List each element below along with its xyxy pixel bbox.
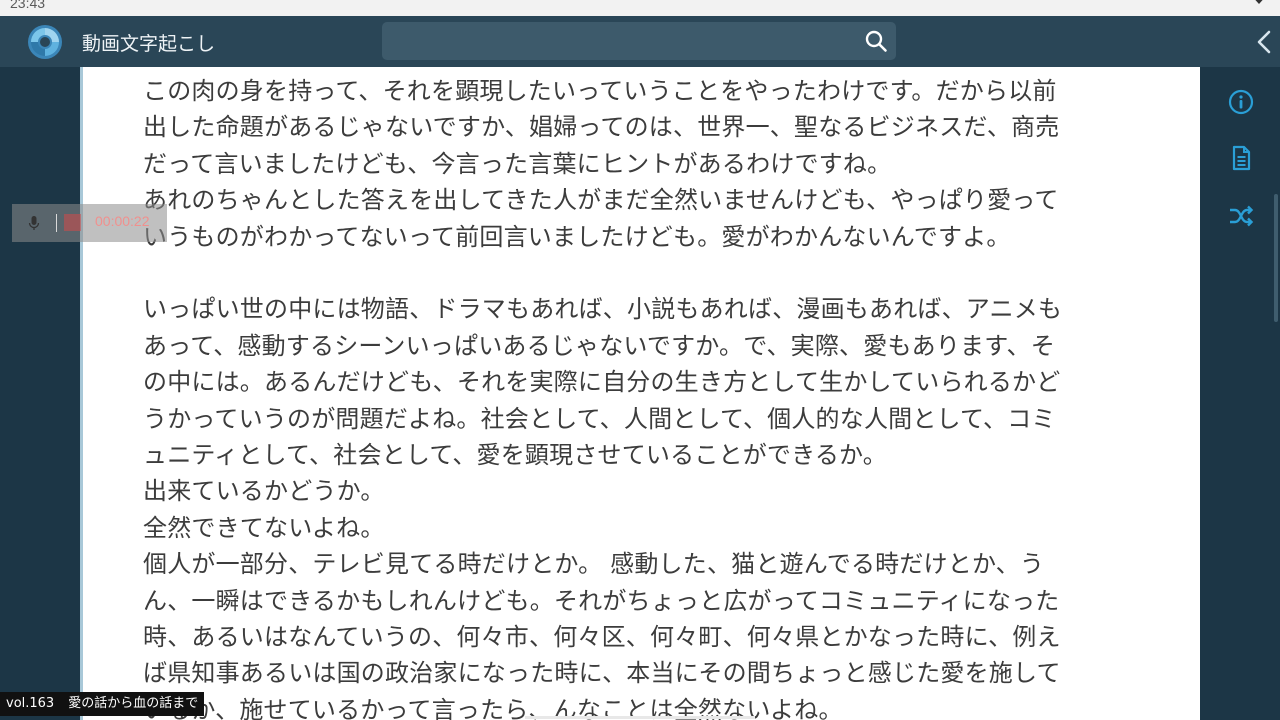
progress-track[interactable] [525, 716, 755, 719]
transcript-line: 出した命題があるじゃないですか、娼婦ってのは、世界一、聖なるビジネスだ、商売 [143, 113, 1060, 142]
video-caption: vol.163 愛の話から血の話まで [0, 692, 205, 716]
transcript-line: 全然できてないよね。 [143, 513, 385, 542]
transcript-line: 時、あるいはなんていうの、何々市、何々区、何々町、何々県とかなった時に、例え [143, 623, 1061, 652]
shuffle-icon[interactable] [1227, 202, 1255, 230]
app-bar: 動画文字起こし [0, 16, 1280, 67]
app-title: 動画文字起こし [82, 33, 216, 55]
transcript-line: あって、感動するシーンいっぱいあるじゃないですか。で、実際、愛もあります、そ [143, 331, 1055, 360]
app-logo-icon[interactable] [26, 23, 64, 61]
recording-timer: 00:00:22 [95, 213, 150, 229]
scrollbar-thumb[interactable] [1274, 194, 1278, 322]
search-input[interactable] [382, 22, 896, 60]
transcript-line: いっぱい世の中には物語、ドラマもあれば、小説もあれば、漫画もあれば、アニメも [143, 295, 1063, 324]
recording-widget[interactable]: 00:00:22 [12, 204, 167, 242]
transcript-line: あれのちゃんとした答えを出してきた人がまだ全然いませんけども、やっぱり愛って [143, 186, 1059, 215]
mic-icon[interactable] [28, 215, 40, 231]
transcript-line: うかっていうのが問題だよね。社会として、人間として、個人的な人間として、コミ [143, 404, 1056, 433]
search-icon[interactable] [864, 29, 888, 53]
left-panel [0, 67, 80, 720]
transcript-line: だって言いましたけども、今言った言葉にヒントがあるわけですね。 [143, 149, 892, 178]
transcript-panel: この肉の身を持って、それを顕現したいっていうことをやったわけです。だから以前 出… [83, 67, 1200, 720]
stop-icon[interactable] [64, 214, 81, 231]
transcript-line: ば県知事あるいは国の政治家になった時に、本当にその間ちょっと感じた愛を施して [143, 659, 1061, 688]
transcript-line: 出来ているかどうか。 [143, 477, 385, 506]
caption-volume: vol.163 [6, 696, 55, 711]
transcript-line: 個人が一部分、テレビ見てる時だけとか。 感動した、猫と遊んでる時だけとか、う [143, 550, 1045, 579]
transcript-line: の中には。あるんだけども、それを実際に自分の生き方として生かしていられるかど [143, 368, 1061, 397]
recorder-divider [56, 214, 57, 232]
signal-icon [1250, 0, 1268, 4]
transcript-line: ュニティとして、社会として、愛を顕現させていることができるか。 [143, 441, 887, 470]
document-icon[interactable] [1227, 144, 1255, 172]
chevron-left-icon[interactable] [1254, 29, 1274, 55]
info-icon[interactable] [1227, 88, 1255, 116]
transcript-line: この肉の身を持って、それを顕現したいっていうことをやったわけです。だから以前 [143, 77, 1057, 105]
transcript-line: ん、一瞬はできるかもしれんけども。それがちょっと広がってコミュニティになった [143, 586, 1060, 615]
status-bar: 23:43 [0, 0, 1280, 16]
caption-title: 愛の話から血の話まで [68, 696, 199, 711]
status-time: 23:43 [10, 0, 46, 11]
transcript-line: いうものがわかってないって前回言いましたけども。愛がわかんないんですよ。 [143, 222, 1011, 251]
transcript-text: この肉の身を持って、それを顕現したいっていうことをやったわけです。だから以前 出… [143, 73, 1143, 720]
